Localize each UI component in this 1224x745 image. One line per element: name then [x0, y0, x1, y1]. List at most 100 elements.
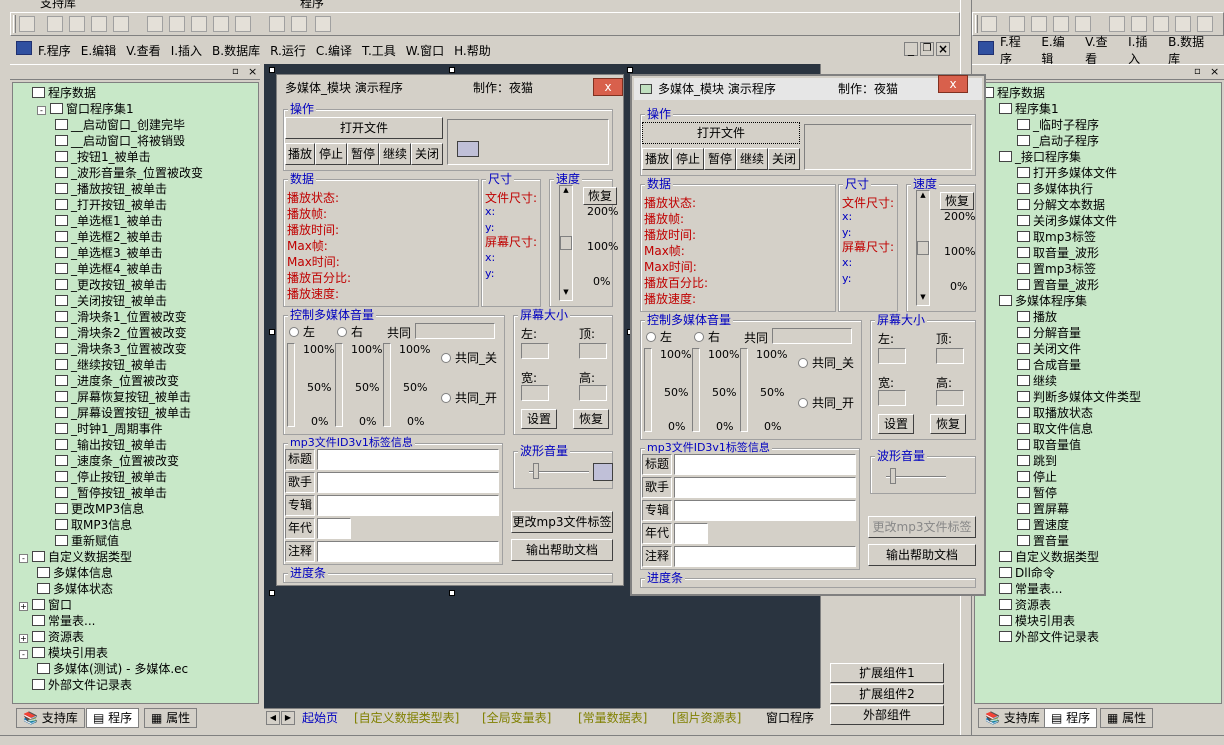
- sel-handle-tl[interactable]: [269, 67, 275, 73]
- doc-tab-4[interactable]: [图片资源表]: [672, 709, 741, 727]
- tree-node[interactable]: - 模块引用表: [19, 645, 108, 661]
- tree-node[interactable]: _单选框1_被单击: [55, 213, 163, 229]
- menu-right-item-4[interactable]: B.数据库: [1168, 33, 1214, 67]
- tree-node[interactable]: _继续按钮_被单击: [55, 357, 167, 373]
- tree-node[interactable]: - 自定义数据类型: [19, 549, 132, 565]
- grid-icon[interactable]: [315, 16, 331, 32]
- center-v-icon[interactable]: [291, 16, 307, 32]
- mp3-field-input-4[interactable]: [317, 541, 499, 562]
- menu-item-8[interactable]: W.窗口: [406, 42, 444, 59]
- toolbar-grip[interactable]: [13, 15, 16, 33]
- mp3-field-input-1[interactable]: [317, 472, 499, 493]
- toolbar-right-icon-4[interactable]: [1053, 16, 1069, 32]
- slider-down-icon[interactable]: ▼: [560, 288, 572, 300]
- radio-left[interactable]: 左: [646, 328, 672, 345]
- doc-tab-0[interactable]: 起始页: [302, 709, 338, 727]
- toolbar-right-grip[interactable]: [975, 15, 978, 33]
- tree-node[interactable]: 分解音量: [1017, 325, 1081, 341]
- open-file-button[interactable]: 打开文件: [285, 117, 443, 139]
- ctrl-button-2[interactable]: 暂停: [347, 143, 379, 165]
- mdi-min-icon[interactable]: _: [904, 42, 918, 56]
- tree-node[interactable]: 继续: [1017, 373, 1057, 389]
- slider-thumb[interactable]: [560, 236, 572, 250]
- mdi-close-icon[interactable]: ×: [936, 42, 950, 56]
- tree-node[interactable]: 停止: [1017, 469, 1057, 485]
- menu-item-9[interactable]: H.帮助: [454, 42, 491, 59]
- tree-node[interactable]: _临时子程序: [1017, 117, 1099, 133]
- wave-slider-thumb[interactable]: [533, 463, 539, 479]
- tree-node[interactable]: 多媒体程序集: [999, 293, 1087, 309]
- screen-height-input[interactable]: [579, 385, 607, 401]
- tree-node[interactable]: 打开多媒体文件: [1017, 165, 1117, 181]
- menu-item-3[interactable]: I.插入: [171, 42, 202, 59]
- tree-node[interactable]: 更改MP3信息: [55, 501, 144, 517]
- toolbar-right-icon-5[interactable]: [1075, 16, 1091, 32]
- screen-top-input[interactable]: [936, 348, 964, 364]
- tree-node[interactable]: 常量表...: [999, 581, 1062, 597]
- mp3-field-input-2[interactable]: [674, 500, 856, 521]
- mp3-field-input-4[interactable]: [674, 546, 856, 567]
- ctrl-button-3[interactable]: 继续: [379, 143, 411, 165]
- tree-node[interactable]: _时钟1_周期事件: [55, 421, 163, 437]
- right-panel-min-icon[interactable]: ▫: [1194, 66, 1201, 77]
- tree-node[interactable]: _关闭按钮_被单击: [55, 293, 167, 309]
- sel-handle-bm[interactable]: [449, 590, 455, 596]
- menu-item-1[interactable]: E.编辑: [81, 42, 116, 59]
- toolbar-right-icon-2[interactable]: [1009, 16, 1025, 32]
- radio-right[interactable]: 右: [337, 323, 363, 340]
- slider-up-icon[interactable]: ▲: [560, 186, 572, 198]
- tree-node[interactable]: 置屏幕: [1017, 501, 1069, 517]
- tree-node[interactable]: 取mp3标签: [1017, 229, 1096, 245]
- right-tab-properties[interactable]: ▦ 属性: [1100, 708, 1154, 728]
- expand-toggle-icon[interactable]: -: [19, 554, 28, 563]
- tree-node[interactable]: __启动窗口_创建完毕: [55, 117, 185, 133]
- screen-left-input[interactable]: [521, 343, 549, 359]
- align-top-icon[interactable]: [113, 16, 129, 32]
- doc-tab-5[interactable]: 窗口程序: [766, 709, 814, 727]
- ext-component-1-button[interactable]: 扩展组件1: [830, 663, 944, 683]
- mp3-field-input-1[interactable]: [674, 477, 856, 498]
- tree-node[interactable]: 程序集1: [999, 101, 1059, 117]
- tab-properties[interactable]: ▦ 属性: [144, 708, 198, 728]
- tree-node[interactable]: 模块引用表: [999, 613, 1075, 629]
- screen-width-input[interactable]: [521, 385, 549, 401]
- toolbar-right-icon-3[interactable]: [1031, 16, 1047, 32]
- panel-close-icon[interactable]: ×: [248, 65, 257, 78]
- sel-handle-ml[interactable]: [269, 329, 275, 335]
- menu-item-5[interactable]: R.运行: [270, 42, 306, 59]
- tree-node[interactable]: 多媒体执行: [1017, 181, 1093, 197]
- menu-app-icon[interactable]: [16, 41, 32, 55]
- external-component-button[interactable]: 外部组件: [830, 705, 944, 725]
- tree-node[interactable]: 置速度: [1017, 517, 1069, 533]
- tree-node[interactable]: 自定义数据类型: [999, 549, 1099, 565]
- tab-scroll-left-icon[interactable]: ◀: [266, 711, 280, 725]
- screen-set-button[interactable]: 设置: [878, 414, 914, 434]
- tab-program[interactable]: ▤ 程序: [86, 708, 140, 728]
- tree-node[interactable]: _播放按钮_被单击: [55, 181, 167, 197]
- tab-support-lib[interactable]: 📚 支持库: [16, 708, 85, 728]
- tree-node[interactable]: 程序数据: [19, 85, 96, 101]
- right-tab-program[interactable]: ▤ 程序: [1044, 708, 1098, 728]
- form-title-bar[interactable]: 多媒体_模块 演示程序 制作：夜猫: [279, 77, 621, 99]
- menu-item-7[interactable]: T.工具: [362, 42, 396, 59]
- screen-left-input[interactable]: [878, 348, 906, 364]
- center-h-icon[interactable]: [269, 16, 285, 32]
- menu-item-6[interactable]: C.编译: [316, 42, 352, 59]
- tree-node[interactable]: _输出按钮_被单击: [55, 437, 167, 453]
- ctrl-button-1[interactable]: 停止: [672, 148, 704, 170]
- doc-tab-3[interactable]: [常量数据表]: [578, 709, 647, 727]
- toolbar-right-icon-1[interactable]: [981, 16, 997, 32]
- tree-node[interactable]: 取播放状态: [1017, 405, 1093, 421]
- tree-node[interactable]: 常量表...: [19, 613, 95, 629]
- tree-node[interactable]: 分解文本数据: [1017, 197, 1105, 213]
- tree-node[interactable]: _波形音量条_位置被改变: [55, 165, 203, 181]
- menu-right-item-3[interactable]: I.插入: [1128, 33, 1158, 67]
- doc-tab-2[interactable]: [全局变量表]: [482, 709, 551, 727]
- runtime-form-window[interactable]: 多媒体_模块 演示程序 制作：夜猫 x 操作 打开文件 播放 停止 暂停 继续 关闭 数据 播放状态:…: [630, 74, 986, 596]
- radio-common-on[interactable]: 共同_开: [798, 394, 854, 411]
- expand-toggle-icon[interactable]: +: [19, 602, 28, 611]
- radio-common-off[interactable]: 共同_关: [798, 354, 854, 371]
- align-center-icon[interactable]: [69, 16, 85, 32]
- ctrl-button-0[interactable]: 播放: [642, 148, 672, 170]
- menu-item-4[interactable]: B.数据库: [212, 42, 260, 59]
